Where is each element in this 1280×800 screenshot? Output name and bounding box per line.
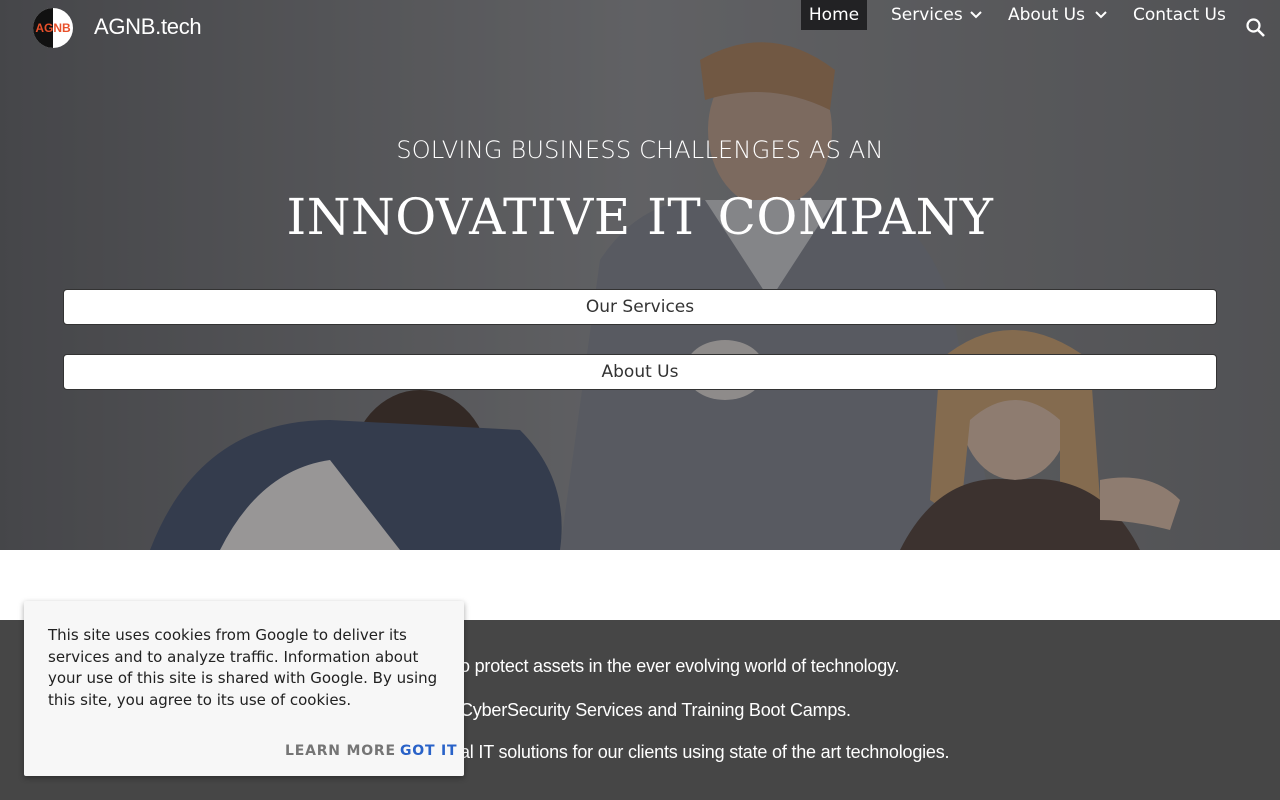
hero-section: AGNB AGNB.tech Home Services About Us Co… [0, 0, 1280, 550]
cookie-consent-banner: This site uses cookies from Google to de… [24, 601, 464, 776]
site-title[interactable]: AGNB.tech [94, 14, 202, 40]
hero-kicker: SOLVING BUSINESS CHALLENGES AS AN [396, 136, 884, 164]
nav-services[interactable]: Services [891, 0, 963, 30]
mission-line: CyberSecurity Services and Training Boot… [460, 700, 851, 720]
nav-about-us[interactable]: About Us [1008, 0, 1085, 30]
site-logo[interactable]: AGNB [28, 8, 78, 48]
about-us-button[interactable]: About Us [63, 354, 1217, 390]
our-services-button[interactable]: Our Services [63, 289, 1217, 325]
svg-text:AGNB: AGNB [35, 21, 71, 35]
got-it-button[interactable]: GOT IT [400, 743, 457, 759]
nav-contact-us[interactable]: Contact Us [1133, 0, 1226, 30]
logo-icon: AGNB [33, 8, 73, 48]
learn-more-button[interactable]: LEARN MORE [285, 743, 396, 759]
hero-heading: INNOVATIVE IT COMPANY [286, 188, 994, 246]
services-chevron-down-icon[interactable] [966, 0, 986, 30]
search-icon[interactable] [1244, 16, 1268, 40]
mission-line: o protect assets in the ever evolving wo… [460, 656, 900, 676]
mission-line: al IT solutions for our clients using st… [460, 742, 950, 762]
top-navigation-bar: AGNB AGNB.tech Home Services About Us Co… [0, 0, 1280, 56]
about-chevron-down-icon[interactable] [1091, 0, 1111, 30]
cookie-message: This site uses cookies from Google to de… [48, 626, 438, 709]
hero-dark-overlay [0, 0, 1280, 550]
nav-home[interactable]: Home [801, 0, 867, 30]
